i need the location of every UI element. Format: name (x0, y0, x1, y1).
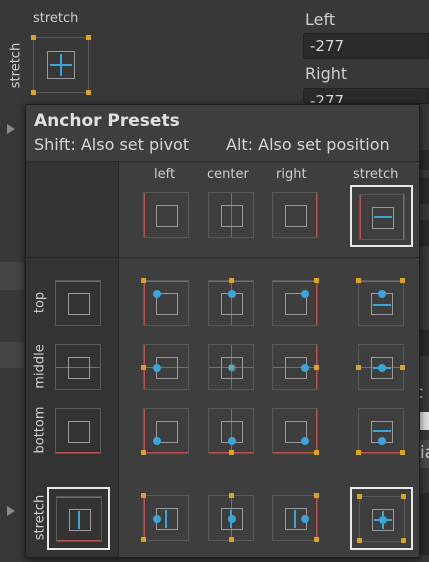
hint-alt: Alt: Also set position (226, 135, 390, 154)
current-anchor-button[interactable] (31, 35, 91, 95)
preset-bottom-right[interactable] (272, 408, 319, 455)
preset-middle-center[interactable] (208, 344, 254, 390)
corner-cell (26, 162, 118, 257)
section-header (0, 342, 24, 368)
column-right: right (276, 167, 307, 182)
preset-bottom[interactable] (55, 408, 101, 454)
preset-stretch-h[interactable] (350, 185, 413, 247)
column-center: center (207, 167, 249, 182)
preset-middle-stretch[interactable] (356, 344, 405, 390)
left-field[interactable]: -277 (303, 33, 429, 59)
preset-center[interactable] (208, 192, 254, 238)
left-label: Left (305, 10, 336, 29)
row-middle: middle (32, 344, 48, 389)
row-top: top (32, 291, 48, 314)
preset-bottom-left[interactable] (141, 408, 189, 455)
preset-middle-right[interactable] (272, 344, 319, 390)
hint-shift: Shift: Also set pivot (34, 135, 190, 154)
preset-stretch-v[interactable] (47, 487, 110, 550)
column-stretch: stretch (353, 167, 399, 182)
preset-top-stretch[interactable] (356, 278, 405, 326)
preset-top-right[interactable] (272, 278, 319, 326)
preset-top-left[interactable] (141, 278, 189, 326)
preset-left[interactable] (143, 192, 189, 238)
preset-top-center[interactable] (208, 278, 254, 326)
preset-middle-left[interactable] (141, 344, 189, 390)
current-anchor-v-label: stretch (8, 42, 24, 89)
preset-middle[interactable] (55, 344, 101, 390)
section-header (0, 262, 24, 290)
preset-stretch-right[interactable] (272, 493, 319, 542)
preset-bottom-stretch[interactable] (356, 408, 405, 455)
current-anchor-h-label: stretch (33, 11, 79, 26)
anchor-presets-popup: Anchor Presets Shift: Also set pivot Alt… (25, 104, 420, 558)
right-field[interactable]: -277 (303, 88, 429, 104)
column-left: left (154, 167, 176, 182)
foldout-arrow-icon[interactable] (7, 506, 15, 516)
preset-stretch-center[interactable] (208, 493, 254, 542)
right-label: Right (305, 64, 348, 83)
row-stretch: stretch (32, 494, 48, 541)
popup-title: Anchor Presets (34, 111, 180, 131)
preset-bottom-center[interactable] (208, 408, 254, 455)
preset-stretch-left[interactable] (141, 493, 189, 542)
preset-stretch-stretch[interactable] (350, 487, 413, 550)
row-bottom: bottom (32, 406, 48, 454)
foldout-arrow-icon[interactable] (7, 124, 15, 134)
preset-top[interactable] (55, 280, 101, 326)
preset-right[interactable] (272, 192, 318, 238)
